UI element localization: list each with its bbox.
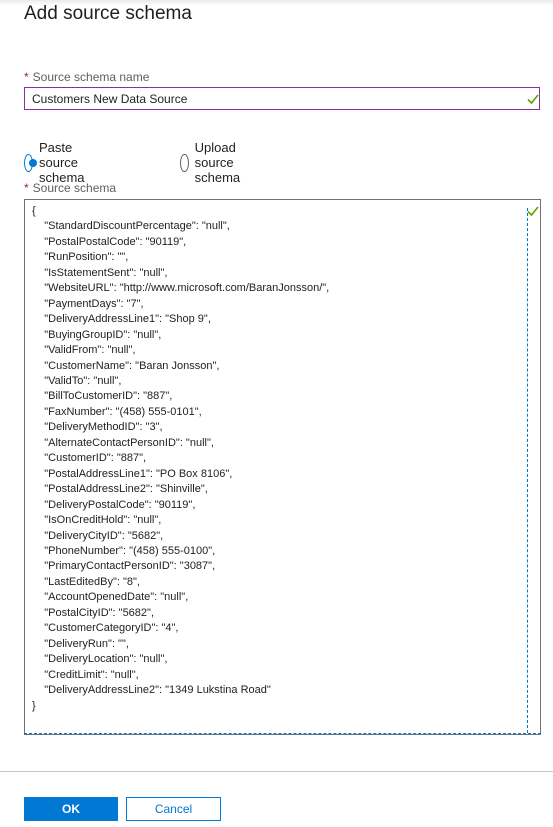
required-mark: * xyxy=(24,70,29,84)
schema-name-input[interactable] xyxy=(32,91,512,107)
schema-name-field[interactable] xyxy=(24,87,540,110)
radio-unselected-icon[interactable] xyxy=(180,153,189,172)
schema-name-label: * Source schema name xyxy=(24,70,149,84)
checkmark-icon xyxy=(527,206,539,217)
source-schema-label-text: Source schema xyxy=(32,181,117,195)
schema-name-label-text: Source schema name xyxy=(32,70,150,84)
panel-title: Add source schema xyxy=(24,3,192,24)
ok-button[interactable]: OK xyxy=(24,797,118,821)
source-schema-label: * Source schema xyxy=(24,181,116,195)
radio-paste-source-schema[interactable]: Paste source schema xyxy=(24,140,94,185)
cancel-button[interactable]: Cancel xyxy=(126,797,221,821)
source-schema-textarea[interactable]: { "StandardDiscountPercentage": "null", … xyxy=(24,199,541,735)
radio-upload-label: Upload source schema xyxy=(194,140,241,185)
radio-upload-source-schema[interactable]: Upload source schema xyxy=(180,140,250,185)
radio-paste-label: Paste source schema xyxy=(38,140,85,185)
radio-selected-icon[interactable] xyxy=(24,153,37,172)
source-schema-content[interactable]: { "StandardDiscountPercentage": "null", … xyxy=(32,204,329,714)
required-mark: * xyxy=(24,181,29,195)
checkmark-icon xyxy=(527,94,539,105)
footer-divider xyxy=(0,771,553,772)
